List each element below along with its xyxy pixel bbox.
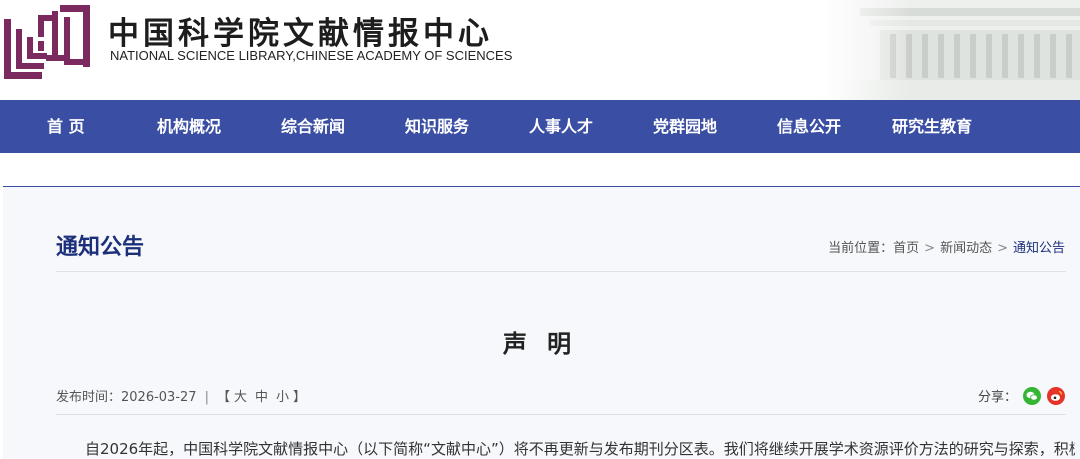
site-header: 中国科学院文献情报中心 NATIONAL SCIENCE LIBRARY,CHI… — [0, 0, 1080, 100]
font-size-large-button[interactable]: 大 — [234, 390, 247, 405]
font-size-close: 】 — [293, 390, 307, 405]
publish-label: 发布时间： — [56, 390, 122, 405]
weibo-icon[interactable] — [1047, 386, 1065, 405]
section-title: 通知公告 — [56, 235, 145, 260]
font-size-small-button[interactable]: 小 — [276, 390, 289, 405]
font-size-open: 【 — [216, 390, 230, 405]
font-size-medium-button[interactable]: 中 — [255, 390, 268, 405]
breadcrumb-home[interactable]: 首页 — [893, 241, 919, 256]
nsl-logo-icon[interactable] — [4, 5, 94, 80]
nav-item-home[interactable]: 首 页 — [47, 100, 85, 153]
breadcrumb-current[interactable]: 通知公告 — [1013, 241, 1065, 256]
publish-date: 2026-03-27 — [121, 390, 197, 405]
article-meta: 发布时间：2026-03-27 | 【大中小】 — [56, 386, 306, 405]
nav-item-services[interactable]: 知识服务 — [405, 100, 469, 153]
nav-item-news[interactable]: 综合新闻 — [281, 100, 345, 153]
breadcrumb-separator: > — [997, 241, 1008, 256]
article-body: 自2026年起，中国科学院文献情报中心（以下简称“文献中心”）将不再更新与发布期… — [85, 440, 1075, 458]
nav-item-disclosure[interactable]: 信息公开 — [777, 100, 841, 153]
main-nav: 首 页 机构概况 综合新闻 知识服务 人事人才 党群园地 信息公开 研究生教育 — [0, 100, 1080, 153]
meta-divider: | — [204, 390, 209, 405]
building-photo — [820, 0, 1080, 100]
content-area — [3, 187, 1080, 459]
share-label: 分享： — [977, 390, 1017, 405]
wechat-icon[interactable] — [1023, 386, 1041, 405]
nav-item-graduate[interactable]: 研究生教育 — [892, 100, 972, 153]
meta-divider-line — [56, 414, 1066, 415]
nav-item-about[interactable]: 机构概况 — [157, 100, 221, 153]
article-title: 声 明 — [502, 330, 578, 358]
section-divider — [56, 271, 1066, 272]
site-title-en: NATIONAL SCIENCE LIBRARY,CHINESE ACADEMY… — [110, 48, 513, 63]
nav-item-party[interactable]: 党群园地 — [653, 100, 717, 153]
breadcrumb-prefix: 当前位置： — [828, 241, 894, 256]
breadcrumb: 当前位置：首页 > 新闻动态 > 通知公告 — [828, 237, 1065, 256]
breadcrumb-news[interactable]: 新闻动态 — [940, 241, 992, 256]
share-bar: 分享： — [978, 386, 1065, 405]
site-title-cn[interactable]: 中国科学院文献情报中心 — [108, 8, 493, 53]
breadcrumb-separator: > — [924, 241, 936, 256]
nav-item-hr[interactable]: 人事人才 — [529, 100, 593, 153]
